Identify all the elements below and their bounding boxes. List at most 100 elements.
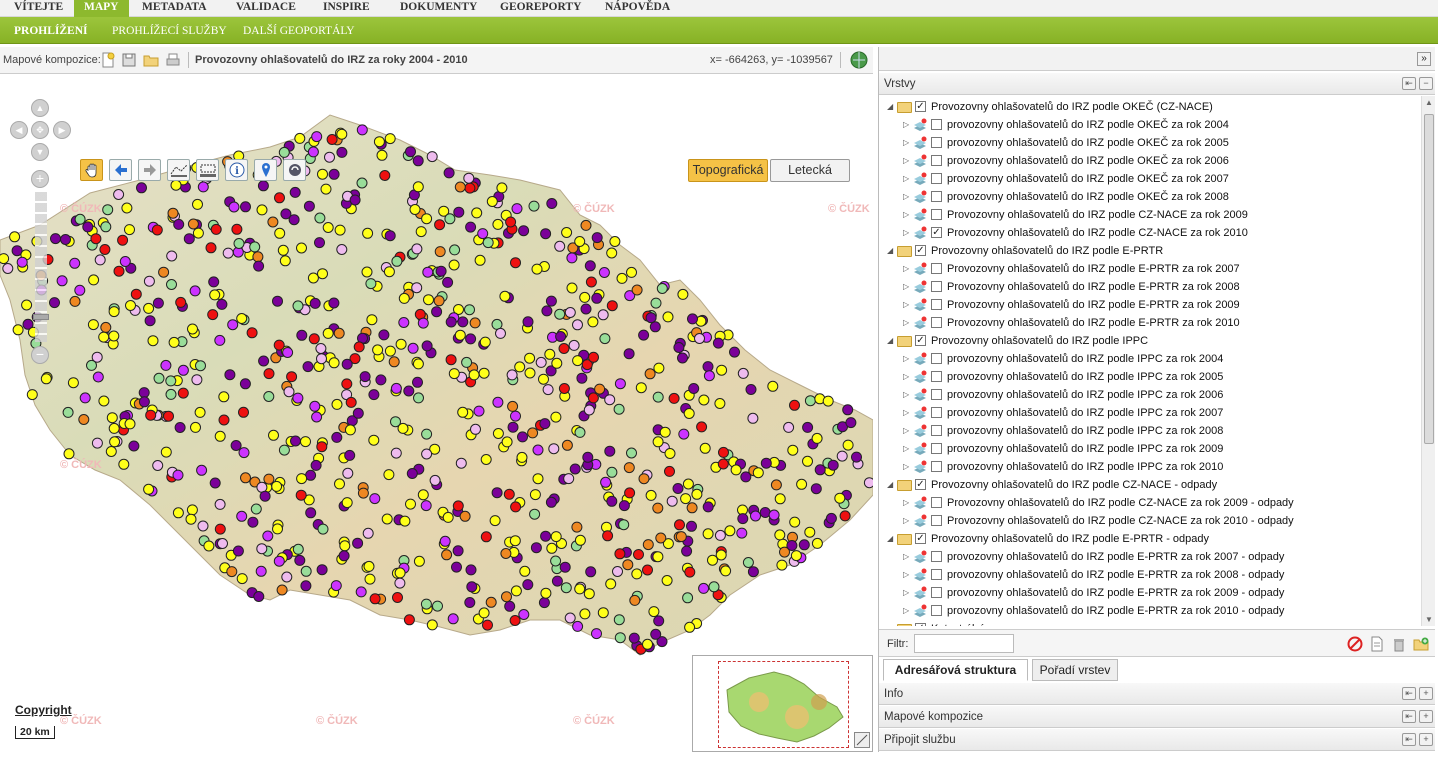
facility-marker[interactable] bbox=[421, 213, 433, 225]
base-map-aerial-button[interactable]: Letecká bbox=[770, 159, 850, 182]
facility-marker[interactable] bbox=[250, 503, 262, 515]
facility-marker[interactable] bbox=[482, 237, 494, 249]
facility-marker[interactable] bbox=[191, 374, 203, 386]
facility-marker[interactable] bbox=[349, 194, 361, 206]
expand-toggle[interactable]: ▷ bbox=[903, 134, 909, 152]
layer-checkbox[interactable] bbox=[931, 569, 942, 580]
facility-marker[interactable] bbox=[554, 308, 566, 320]
facility-marker[interactable] bbox=[356, 124, 368, 136]
layer-row[interactable]: ▷ provozovny ohlašovatelů do IRZ podle E-… bbox=[879, 548, 1421, 566]
facility-marker[interactable] bbox=[598, 267, 610, 278]
expand-toggle[interactable]: ▷ bbox=[903, 116, 909, 134]
facility-marker[interactable] bbox=[686, 502, 698, 514]
facility-marker[interactable] bbox=[477, 228, 489, 240]
facility-marker[interactable] bbox=[187, 323, 198, 335]
facility-marker[interactable] bbox=[531, 263, 543, 275]
facility-marker[interactable] bbox=[316, 353, 327, 365]
facility-marker[interactable] bbox=[305, 469, 317, 481]
facility-marker[interactable] bbox=[366, 314, 378, 326]
facility-marker[interactable] bbox=[767, 380, 779, 392]
facility-marker[interactable] bbox=[495, 327, 506, 339]
scroll-up-arrow[interactable]: ▲ bbox=[1425, 98, 1433, 107]
facility-marker[interactable] bbox=[172, 469, 184, 481]
layer-row[interactable]: ▷ provozovny ohlašovatelů do IRZ podle IP… bbox=[879, 350, 1421, 368]
facility-marker[interactable] bbox=[238, 406, 249, 418]
facility-marker[interactable] bbox=[26, 389, 38, 401]
facility-marker[interactable] bbox=[398, 292, 410, 304]
facility-marker[interactable] bbox=[431, 306, 443, 318]
pin-info-button[interactable]: ⇤ bbox=[1402, 687, 1416, 700]
facility-marker[interactable] bbox=[421, 448, 433, 460]
facility-marker[interactable] bbox=[662, 311, 674, 323]
facility-marker[interactable] bbox=[555, 331, 567, 342]
facility-marker[interactable] bbox=[789, 399, 800, 411]
facility-marker[interactable] bbox=[445, 316, 457, 328]
nav-dokumenty[interactable]: DOKUMENTY bbox=[390, 0, 487, 17]
facility-marker[interactable] bbox=[591, 232, 603, 244]
facility-marker[interactable] bbox=[422, 266, 434, 278]
facility-marker[interactable] bbox=[373, 136, 385, 148]
facility-marker[interactable] bbox=[588, 351, 599, 363]
facility-marker[interactable] bbox=[413, 555, 425, 567]
facility-marker[interactable] bbox=[49, 297, 60, 309]
layer-checkbox[interactable] bbox=[931, 407, 942, 418]
facility-marker[interactable] bbox=[851, 451, 862, 463]
facility-marker[interactable] bbox=[558, 383, 570, 394]
no-entry-icon[interactable] bbox=[1347, 636, 1363, 652]
facility-marker[interactable] bbox=[518, 225, 530, 237]
facility-marker[interactable] bbox=[328, 357, 340, 369]
nav-vitejte[interactable]: VÍTEJTE bbox=[4, 0, 73, 17]
facility-marker[interactable] bbox=[67, 377, 79, 389]
facility-marker[interactable] bbox=[352, 537, 364, 549]
collapse-toggle[interactable]: ◢ bbox=[887, 242, 893, 260]
facility-marker[interactable] bbox=[606, 466, 618, 478]
section-info[interactable]: Info ⇤ + bbox=[879, 683, 1435, 705]
facility-marker[interactable] bbox=[442, 511, 454, 523]
facility-marker[interactable] bbox=[336, 146, 348, 158]
facility-marker[interactable] bbox=[296, 473, 308, 485]
layer-checkbox[interactable]: ✓ bbox=[915, 533, 926, 544]
facility-marker[interactable] bbox=[616, 272, 628, 284]
facility-marker[interactable] bbox=[482, 619, 493, 631]
layer-checkbox[interactable] bbox=[931, 371, 942, 382]
facility-marker[interactable] bbox=[63, 448, 75, 460]
facility-marker[interactable] bbox=[532, 473, 544, 485]
facility-marker[interactable] bbox=[618, 519, 630, 531]
facility-marker[interactable] bbox=[463, 172, 475, 184]
facility-marker[interactable] bbox=[426, 151, 438, 163]
facility-marker[interactable] bbox=[550, 411, 562, 423]
facility-marker[interactable] bbox=[94, 254, 106, 266]
facility-marker[interactable] bbox=[322, 222, 334, 233]
layer-group-row[interactable]: ◢ ✓ Provozovny ohlašovatelů do IRZ podle I… bbox=[879, 332, 1421, 350]
facility-marker[interactable] bbox=[118, 458, 130, 470]
facility-marker[interactable] bbox=[527, 427, 539, 439]
facility-marker[interactable] bbox=[730, 464, 742, 476]
facility-marker[interactable] bbox=[631, 284, 643, 296]
facility-marker[interactable] bbox=[175, 296, 187, 308]
facility-marker[interactable] bbox=[163, 410, 174, 422]
facility-marker[interactable] bbox=[510, 410, 521, 422]
facility-marker[interactable] bbox=[143, 483, 155, 495]
facility-marker[interactable] bbox=[222, 247, 234, 259]
facility-marker[interactable] bbox=[166, 279, 177, 290]
facility-marker[interactable] bbox=[822, 395, 834, 407]
facility-marker[interactable] bbox=[143, 275, 155, 287]
facility-marker[interactable] bbox=[411, 282, 423, 294]
facility-marker[interactable] bbox=[344, 449, 356, 461]
facility-marker[interactable] bbox=[186, 504, 198, 516]
facility-marker[interactable] bbox=[434, 219, 446, 231]
facility-marker[interactable] bbox=[152, 297, 164, 309]
facility-marker[interactable] bbox=[384, 230, 396, 242]
facility-marker[interactable] bbox=[357, 487, 369, 499]
facility-marker[interactable] bbox=[714, 529, 726, 541]
collapse-toggle[interactable]: ◢ bbox=[887, 620, 893, 626]
nav-napoveda[interactable]: NÁPOVĚDA bbox=[595, 0, 680, 17]
pan-tool-button[interactable] bbox=[80, 159, 103, 181]
facility-marker[interactable] bbox=[108, 330, 120, 342]
facility-marker[interactable] bbox=[255, 565, 267, 577]
facility-marker[interactable] bbox=[504, 600, 516, 612]
facility-marker[interactable] bbox=[153, 372, 165, 384]
facility-marker[interactable] bbox=[606, 495, 618, 507]
facility-marker[interactable] bbox=[583, 588, 595, 600]
facility-marker[interactable] bbox=[272, 523, 283, 535]
